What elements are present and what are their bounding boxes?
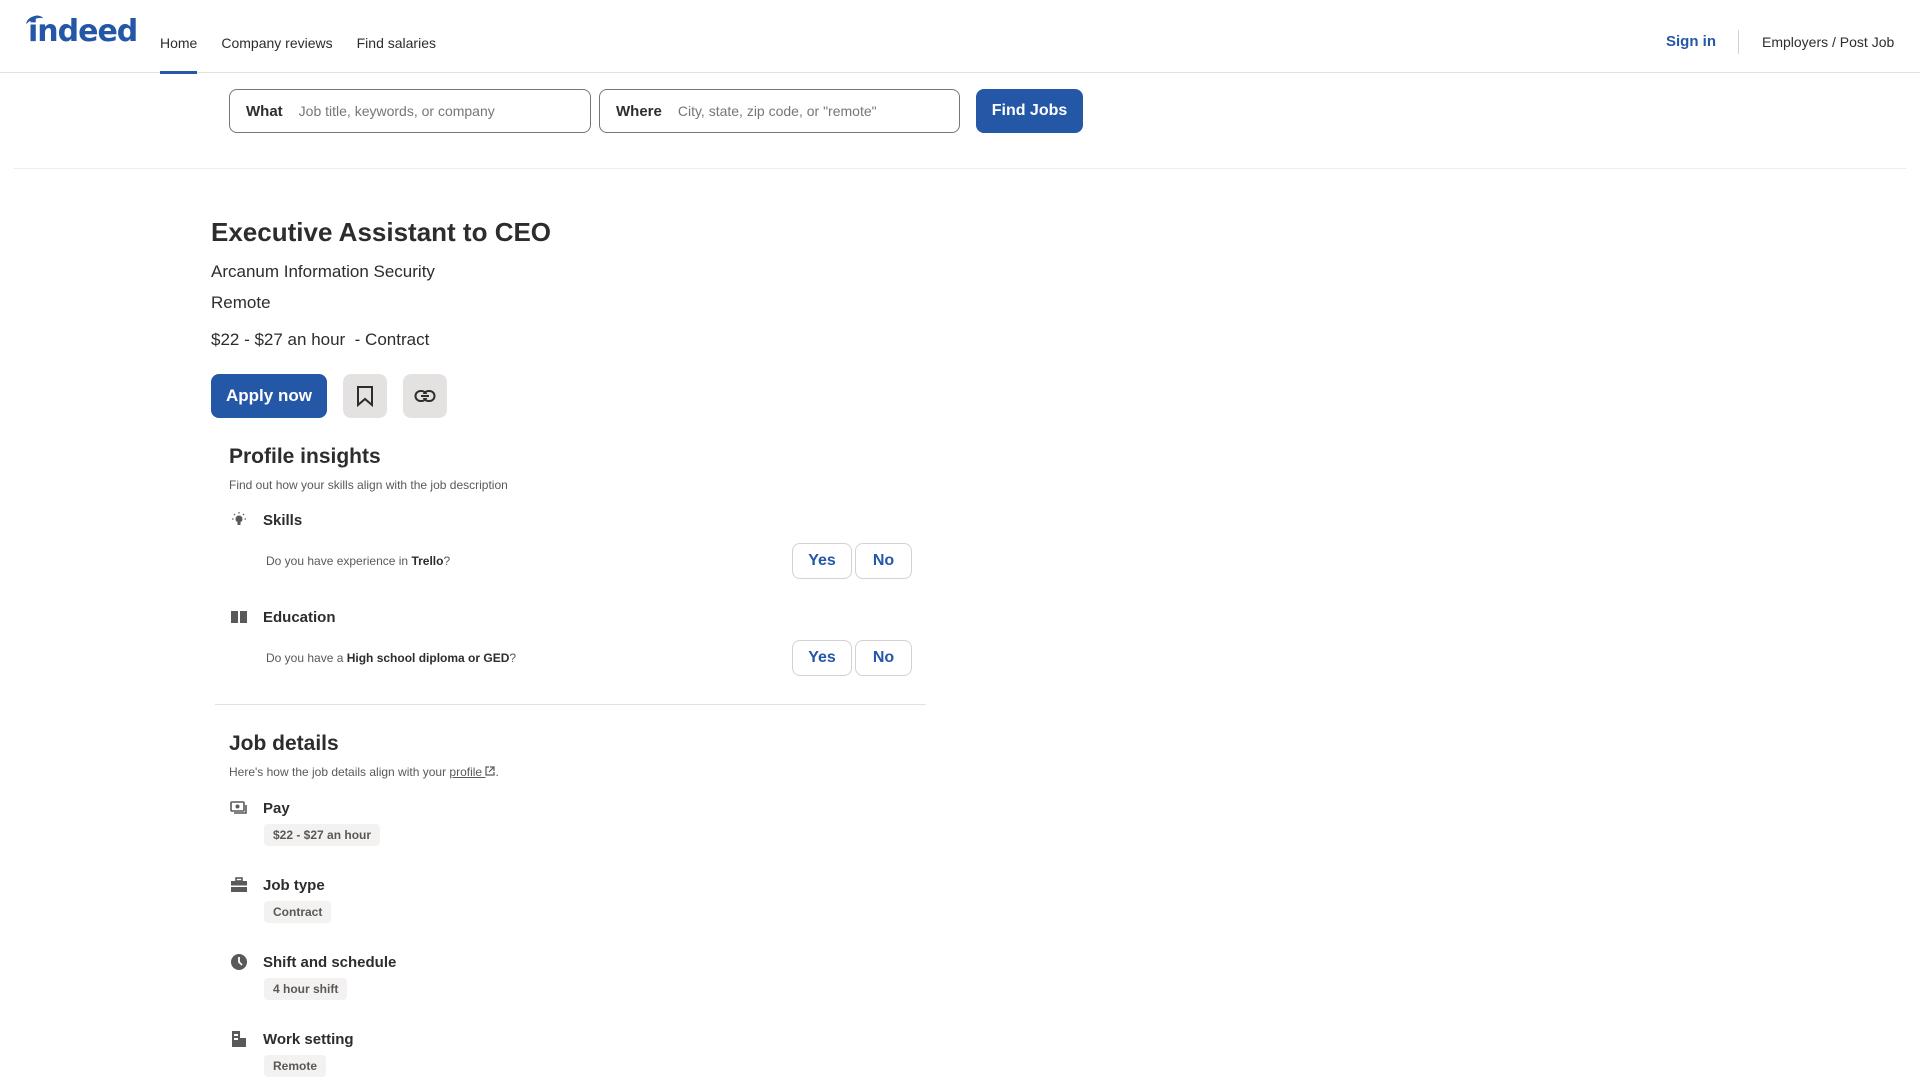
question-suffix: ? <box>509 651 517 665</box>
book-icon <box>229 607 249 627</box>
education-header: Education <box>229 607 336 627</box>
profile-link-label: profile <box>449 765 483 779</box>
search-divider <box>14 168 1906 169</box>
section-divider <box>215 704 926 705</box>
briefcase-icon <box>229 875 249 895</box>
work-setting-label: Work setting <box>263 1030 354 1048</box>
what-label: What <box>246 102 283 120</box>
clock-icon <box>229 952 249 972</box>
job-details-subtitle: Here's how the job details align with yo… <box>229 765 499 779</box>
company-name[interactable]: Arcanum Information Security <box>211 262 435 282</box>
money-icon <box>229 798 249 818</box>
detail-shift-schedule: Shift and schedule 4 hour shift <box>229 952 396 1000</box>
profile-link[interactable]: profile <box>449 765 496 779</box>
where-input[interactable] <box>677 103 908 119</box>
main-nav: Home Company reviews Find salaries <box>160 0 460 74</box>
header-divider <box>1738 30 1739 54</box>
education-no-button[interactable]: No <box>855 640 912 676</box>
subtitle-suffix: . <box>495 765 499 779</box>
question-prefix: Do you have experience in <box>266 554 412 568</box>
link-icon <box>414 390 436 402</box>
salary-and-type: $22 - $27 an hour - Contract <box>211 330 430 349</box>
nav-company-reviews[interactable]: Company reviews <box>221 0 332 73</box>
external-link-icon <box>485 766 496 776</box>
education-question: Do you have a High school diploma or GED… <box>266 651 516 665</box>
pay-label: Pay <box>263 799 290 817</box>
detail-work-setting: Work setting Remote <box>229 1029 354 1077</box>
skills-question: Do you have experience in Trello? <box>266 554 450 568</box>
building-icon <box>229 1029 249 1049</box>
job-title: Executive Assistant to CEO <box>211 217 552 247</box>
question-suffix: ? <box>443 554 451 568</box>
skills-header: Skills <box>229 510 302 530</box>
job-type-tag: Contract <box>264 901 332 923</box>
education-label: Education <box>263 608 336 626</box>
job-details-title: Job details <box>229 732 339 755</box>
question-prefix: Do you have a <box>266 651 347 665</box>
detail-pay: Pay $22 - $27 an hour <box>229 798 381 846</box>
what-input[interactable] <box>298 103 529 119</box>
indeed-logo[interactable]: indeed <box>28 14 138 49</box>
question-skill: Trello <box>411 554 444 568</box>
work-setting-tag: Remote <box>264 1055 327 1077</box>
apply-now-button[interactable]: Apply now <box>211 374 327 418</box>
nav-find-salaries[interactable]: Find salaries <box>357 0 436 73</box>
skills-no-button[interactable]: No <box>855 543 912 579</box>
lightbulb-icon <box>229 510 249 530</box>
question-education: High school diploma or GED <box>346 651 510 665</box>
sign-in-link[interactable]: Sign in <box>1666 33 1716 50</box>
subtitle-prefix: Here's how the job details align with yo… <box>229 765 450 779</box>
top-navigation-bar: indeed Home Company reviews Find salarie… <box>0 0 1920 74</box>
what-search-field[interactable]: What <box>229 89 591 133</box>
profile-insights-title: Profile insights <box>229 445 381 468</box>
copy-link-button[interactable] <box>403 374 447 418</box>
education-yes-button[interactable]: Yes <box>792 640 852 676</box>
job-type-label: Job type <box>263 876 325 894</box>
save-job-button[interactable] <box>343 374 387 418</box>
shift-label: Shift and schedule <box>263 953 397 971</box>
bookmark-icon <box>357 386 373 407</box>
find-jobs-button[interactable]: Find Jobs <box>976 89 1083 133</box>
pay-tag: $22 - $27 an hour <box>264 824 381 846</box>
profile-insights-subtitle: Find out how your skills align with the … <box>229 478 508 492</box>
shift-tag: 4 hour shift <box>264 978 348 1000</box>
where-label: Where <box>616 102 662 120</box>
nav-home[interactable]: Home <box>160 0 198 74</box>
employers-post-job-link[interactable]: Employers / Post Job <box>1762 34 1894 50</box>
skills-yes-button[interactable]: Yes <box>792 543 852 579</box>
detail-job-type: Job type Contract <box>229 875 332 923</box>
skills-label: Skills <box>263 511 303 529</box>
where-search-field[interactable]: Where <box>599 89 960 133</box>
job-location: Remote <box>211 293 271 312</box>
